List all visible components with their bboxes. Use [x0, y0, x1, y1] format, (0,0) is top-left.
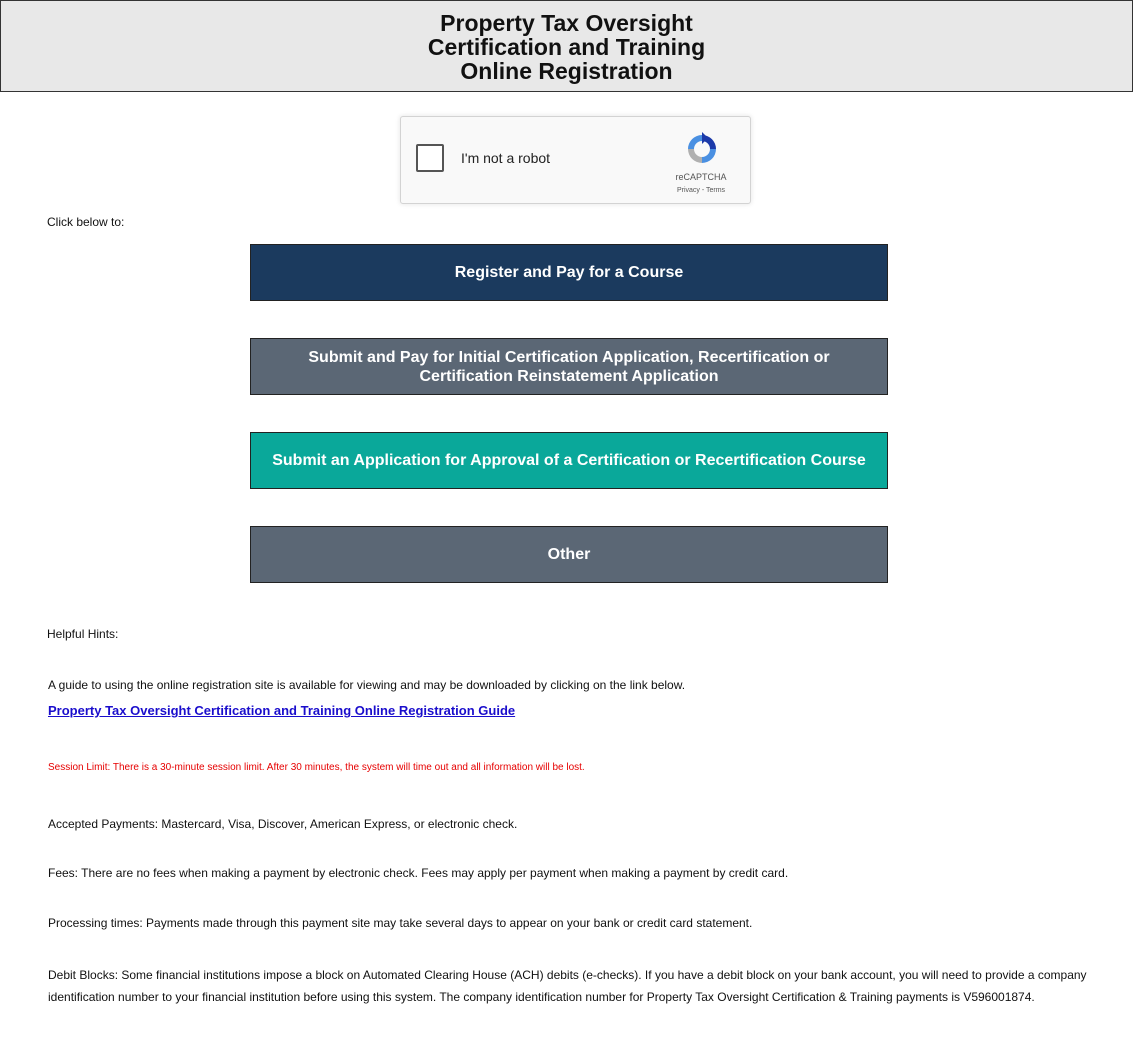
- recaptcha-checkbox[interactable]: [416, 144, 444, 172]
- helpful-hints-heading: Helpful Hints:: [47, 627, 119, 641]
- fees-text: Fees: There are no fees when making a pa…: [48, 866, 789, 880]
- session-limit-notice: Session Limit: There is a 30-minute sess…: [48, 762, 585, 773]
- other-button[interactable]: Other: [250, 526, 888, 583]
- debit-blocks-text: Debit Blocks: Some financial institution…: [48, 968, 1087, 1004]
- recaptcha-brand: reCAPTCHA: [675, 172, 727, 182]
- submit-certification-application-button[interactable]: Submit and Pay for Initial Certification…: [250, 338, 888, 395]
- guide-description: A guide to using the online registration…: [48, 678, 686, 692]
- intro-text: Click below to:: [47, 215, 125, 229]
- recaptcha-logo-icon: [688, 132, 716, 163]
- submit-course-approval-application-button[interactable]: Submit an Application for Approval of a …: [250, 432, 888, 489]
- page-title-line-3: Online Registration: [460, 58, 673, 84]
- recaptcha-label: I'm not a robot: [461, 150, 551, 166]
- page-title-line-2: Certification and Training: [427, 34, 706, 60]
- page-header: Property Tax Oversight Certification and…: [0, 0, 1133, 92]
- processing-times-text: Processing times: Payments made through …: [48, 916, 753, 930]
- page-title-line-1: Property Tax Oversight: [440, 10, 693, 36]
- registration-guide-link[interactable]: Property Tax Oversight Certification and…: [48, 703, 515, 718]
- accepted-payments-text: Accepted Payments: Mastercard, Visa, Dis…: [48, 817, 518, 831]
- recaptcha-privacy-terms[interactable]: Privacy - Terms: [656, 187, 746, 194]
- register-and-pay-course-button[interactable]: Register and Pay for a Course: [250, 244, 888, 301]
- recaptcha-widget: I'm not a robot reCAPTCHA Privacy - Term…: [400, 116, 751, 204]
